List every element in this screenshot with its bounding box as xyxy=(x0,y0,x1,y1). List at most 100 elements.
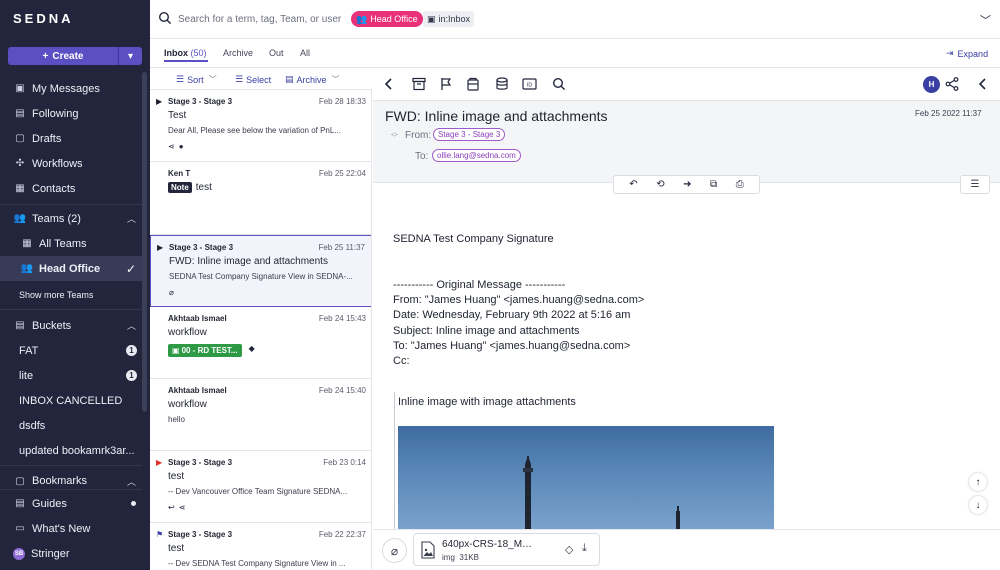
chevron-down-icon: ﹀ xyxy=(331,75,340,84)
paperclip-icon[interactable]: ⌀ xyxy=(382,538,407,563)
search-icon[interactable] xyxy=(158,11,172,25)
scroll-up-icon[interactable]: ↑ xyxy=(969,473,987,491)
search-input[interactable]: Search for a term, tag, Team, or user xyxy=(178,14,341,25)
nav-all-teams[interactable]: ▦ All Teams xyxy=(0,231,142,256)
show-more-teams-link[interactable]: Show more Teams xyxy=(0,282,142,307)
tab-archive[interactable]: Archive xyxy=(223,48,253,58)
message-row[interactable]: Akhtaab Ismael Feb 24 15:43 workflow ▣ 00… xyxy=(150,307,371,379)
expand-button[interactable]: ⇥ Expand xyxy=(946,48,988,59)
user-menu[interactable]: SB Stringer xyxy=(0,541,142,566)
grid-icon: ▦ xyxy=(22,238,32,249)
nav-teams[interactable]: 👥 Teams (2) ︿ xyxy=(0,206,142,231)
chevron-down-icon: ﹀ xyxy=(208,75,217,84)
tag-icon[interactable]: ◇ xyxy=(565,543,573,556)
inline-image[interactable] xyxy=(398,426,774,529)
body-from: From: "James Huang" <james.huang@sedna.c… xyxy=(393,294,645,306)
bucket-item[interactable]: INBOX CANCELLED xyxy=(0,388,142,413)
sort-button[interactable]: ☰ Sort ﹀ xyxy=(176,74,217,85)
plus-icon: + xyxy=(42,50,49,62)
id-card-icon[interactable]: ID xyxy=(521,76,537,92)
chevron-down-icon[interactable]: ﹀ xyxy=(980,12,991,28)
body-cc: Cc: xyxy=(393,355,410,367)
nav-head-office[interactable]: 👥 Head Office ✓ xyxy=(0,256,142,281)
chip-label: Head Office xyxy=(370,14,418,24)
workflow-tag[interactable]: ▣ 00 - RD TEST... xyxy=(168,344,242,357)
send-icon: ▶ xyxy=(156,458,163,467)
message-row[interactable]: Ken T Feb 25 22:04 Note test xyxy=(150,162,371,235)
from-pill[interactable]: Stage 3 - Stage 3 xyxy=(433,128,506,141)
message-row[interactable]: ⚑ Stage 3 - Stage 3 Feb 22 22:37 test --… xyxy=(150,523,371,570)
bucket-item[interactable]: dsdfs xyxy=(0,413,142,438)
send-icon: ▶ xyxy=(156,97,163,106)
bucket-item[interactable]: lite 1 xyxy=(0,363,142,388)
to-pill[interactable]: ollie.lang@sedna.com xyxy=(432,149,521,162)
body-quote: Inline image with image attachments xyxy=(398,396,576,408)
paperclip-icon: ⌀ xyxy=(169,288,174,297)
message-subject: workflow xyxy=(168,327,207,338)
draft-icon: ▢ xyxy=(15,133,25,144)
create-button[interactable]: + Create ▾ xyxy=(8,47,142,65)
back-arrow-icon[interactable] xyxy=(381,76,397,92)
nav-buckets[interactable]: ▤ Buckets ︿ xyxy=(0,313,142,338)
avatar[interactable]: H xyxy=(923,76,940,93)
chevron-up-icon[interactable]: ︿ xyxy=(127,475,136,488)
team-icon: 👥 xyxy=(356,13,368,24)
body-signature: SEDNA Test Company Signature xyxy=(393,233,554,245)
share-icon[interactable] xyxy=(944,76,960,92)
sort-icon: ☰ xyxy=(176,74,185,84)
tab-inbox[interactable]: Inbox (50) xyxy=(164,48,207,58)
message-sender: Stage 3 - Stage 3 xyxy=(169,243,234,252)
nav-following[interactable]: ▤ Following xyxy=(0,101,142,126)
bucket-item[interactable]: FAT 1 xyxy=(0,338,142,363)
toggle-recipients-icon[interactable]: ︿ ﹀ xyxy=(391,129,398,142)
attachment-card[interactable]: 640px-CRS-18_Mission_... img 31KB ◇ ⤓ xyxy=(413,533,600,566)
message-sender: Stage 3 - Stage 3 xyxy=(168,458,233,467)
nav-drafts[interactable]: ▢ Drafts xyxy=(0,126,142,151)
search-icon[interactable] xyxy=(551,76,567,92)
nav-guides[interactable]: ▤ Guides xyxy=(0,491,142,516)
message-row-selected[interactable]: ▶ Stage 3 - Stage 3 Feb 25 11:37 FWD: In… xyxy=(150,235,371,307)
attachment-size: 31KB xyxy=(459,553,479,562)
note-text: test xyxy=(195,182,212,193)
archive-icon[interactable] xyxy=(411,76,427,92)
bucket-icon[interactable] xyxy=(465,76,481,92)
nav-label: Drafts xyxy=(32,132,62,145)
svg-text:ID: ID xyxy=(527,83,532,89)
tab-out[interactable]: Out xyxy=(269,48,284,58)
archive-button[interactable]: ▤ Archive ﹀ xyxy=(285,74,340,85)
database-icon[interactable] xyxy=(494,76,510,92)
nav-my-messages[interactable]: ▣ My Messages xyxy=(0,76,142,101)
scroll-down-icon[interactable]: ↓ xyxy=(969,496,987,514)
download-icon[interactable]: ⤓ xyxy=(582,542,587,555)
message-date: Feb 28 18:33 xyxy=(318,97,366,106)
nav-label: Following xyxy=(32,107,79,120)
message-row[interactable]: Akhtaab Ismael Feb 24 15:40 workflow hel… xyxy=(150,379,371,451)
message-preview: -- Dev Vancouver Office Team Signature S… xyxy=(168,487,348,496)
message-row[interactable]: ▶ Stage 3 - Stage 3 Feb 28 18:33 Test De… xyxy=(150,90,371,162)
nav-whats-new[interactable]: ▭ What's New xyxy=(0,516,142,541)
tab-all[interactable]: All xyxy=(300,48,310,58)
chevron-up-icon[interactable]: ︿ xyxy=(127,319,136,332)
sidebar-scrollbar[interactable] xyxy=(142,72,147,412)
select-button[interactable]: ☰ Select xyxy=(235,74,271,85)
nav-contacts[interactable]: ▦ Contacts xyxy=(0,176,142,201)
chevron-up-icon[interactable]: ︿ xyxy=(127,212,136,225)
folder-filter-chip[interactable]: ▣ in:Inbox xyxy=(423,11,475,27)
bucket-icon: ▤ xyxy=(15,320,25,331)
bucket-label: updated bookamrk3ar... xyxy=(19,444,135,457)
message-row[interactable]: ▶ Stage 3 - Stage 3 Feb 23 0:14 test -- … xyxy=(150,451,371,523)
create-main[interactable]: + Create xyxy=(8,47,118,65)
create-dropdown-icon[interactable]: ▾ xyxy=(118,47,142,65)
team-filter-chip[interactable]: 👥 Head Office xyxy=(351,11,423,27)
check-icon: ✓ xyxy=(125,261,136,276)
message-preview: -- Dev SEDNA Test Company Signature View… xyxy=(168,559,346,568)
collapse-panel-icon[interactable] xyxy=(975,76,991,92)
tab-label: Inbox xyxy=(164,48,188,58)
nav-workflows[interactable]: ✣ Workflows xyxy=(0,151,142,176)
message-date: Feb 22 22:37 xyxy=(318,530,366,539)
chip-label: in:Inbox xyxy=(438,14,471,24)
bucket-item[interactable]: updated bookamrk3ar... xyxy=(0,438,142,463)
nav-label: Bookmarks xyxy=(32,475,88,487)
tag-icon: ◆ xyxy=(248,344,255,353)
flag-icon[interactable] xyxy=(438,76,454,92)
